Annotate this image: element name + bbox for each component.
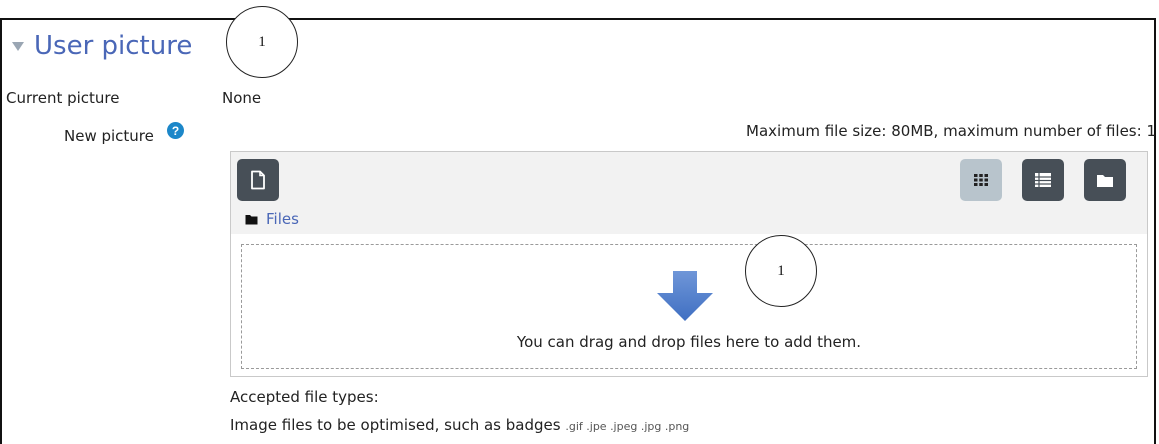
drop-arrow-icon: [657, 271, 713, 321]
new-picture-label: New picture: [64, 127, 154, 145]
breadcrumb: Files: [245, 210, 299, 228]
annotation-callout-dropzone: 1: [745, 235, 817, 307]
accepted-types-description: Image files to be optimised, such as bad…: [230, 416, 561, 434]
annotation-number: 1: [258, 33, 266, 50]
file-picker: Files You can drag and drop files here t…: [230, 151, 1148, 377]
collapse-caret-icon[interactable]: [12, 41, 24, 51]
section-title: User picture: [34, 31, 193, 61]
help-icon[interactable]: ?: [167, 122, 184, 139]
annotation-callout-top: 1: [226, 6, 298, 78]
drop-instructions: You can drag and drop files here to add …: [516, 333, 862, 351]
add-file-button[interactable]: [237, 159, 279, 201]
max-file-size-info: Maximum file size: 80MB, maximum number …: [746, 122, 1156, 140]
list-view-button[interactable]: [1022, 159, 1064, 201]
breadcrumb-files-link[interactable]: Files: [266, 210, 299, 228]
current-picture-label: Current picture: [6, 89, 120, 107]
section-header-user-picture[interactable]: User picture: [12, 26, 192, 66]
grid-icon: [974, 174, 988, 186]
folder-icon: [1097, 174, 1113, 187]
tree-view-button[interactable]: [1084, 159, 1126, 201]
help-glyph: ?: [171, 123, 180, 138]
accepted-types-title: Accepted file types:: [230, 388, 379, 406]
folder-icon: [245, 214, 258, 224]
file-picker-toolbar: Files: [231, 152, 1147, 234]
current-picture-value: None: [222, 89, 262, 107]
list-icon: [1035, 173, 1051, 187]
icon-view-button[interactable]: [960, 159, 1002, 201]
accepted-types-line: Image files to be optimised, such as bad…: [230, 416, 689, 434]
drop-zone[interactable]: You can drag and drop files here to add …: [241, 244, 1137, 369]
annotation-number: 1: [777, 262, 785, 279]
file-icon: [251, 170, 265, 190]
accepted-extensions: .gif .jpe .jpeg .jpg .png: [565, 420, 690, 433]
